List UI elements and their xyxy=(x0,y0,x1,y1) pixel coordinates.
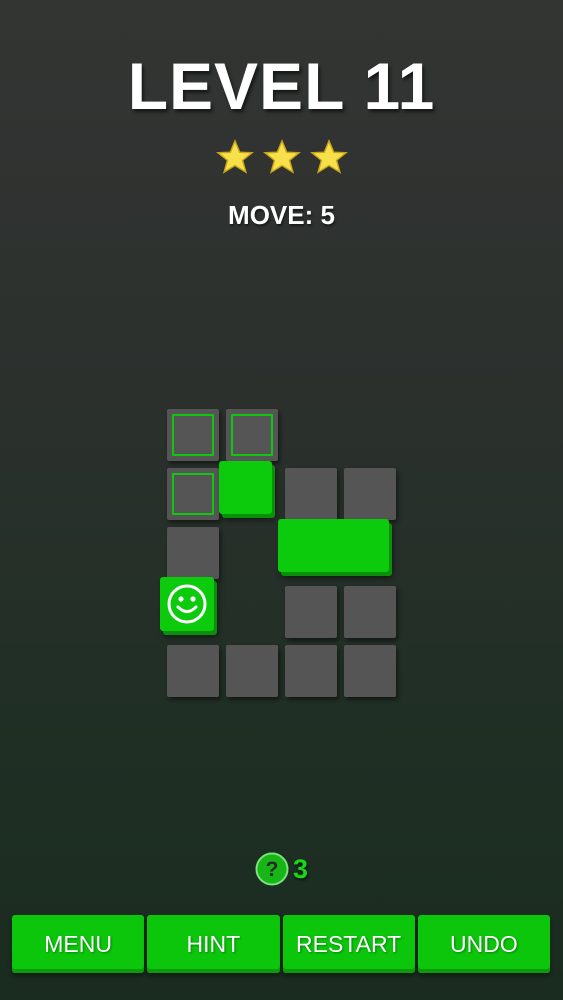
svg-text:?: ? xyxy=(266,858,279,881)
undo-button[interactable]: UNDO xyxy=(417,915,550,973)
game-board xyxy=(0,0,563,1000)
target-cell[interactable] xyxy=(167,409,219,461)
bottom-toolbar: MENU HINT RESTART UNDO xyxy=(12,915,550,973)
floor-cell[interactable] xyxy=(285,586,337,638)
target-cell[interactable] xyxy=(167,468,219,520)
floor-cell[interactable] xyxy=(285,468,337,520)
hint-button[interactable]: HINT xyxy=(147,915,280,973)
floor-cell[interactable] xyxy=(167,645,219,697)
floor-cell[interactable] xyxy=(226,645,278,697)
player-block[interactable] xyxy=(160,577,214,631)
hint-counter: ? 3 xyxy=(0,852,563,886)
hint-count: 3 xyxy=(292,853,309,884)
menu-button[interactable]: MENU xyxy=(12,915,145,973)
floor-cell[interactable] xyxy=(344,468,396,520)
floor-cell[interactable] xyxy=(344,586,396,638)
smiley-face-icon xyxy=(167,584,207,624)
question-mark-icon: ? xyxy=(255,852,289,886)
floor-cell[interactable] xyxy=(285,645,337,697)
target-cell[interactable] xyxy=(226,409,278,461)
green-block-small[interactable] xyxy=(219,461,272,514)
green-block-wide[interactable] xyxy=(278,519,389,572)
floor-cell[interactable] xyxy=(344,645,396,697)
restart-button[interactable]: RESTART xyxy=(282,915,415,973)
floor-cell[interactable] xyxy=(167,527,219,579)
